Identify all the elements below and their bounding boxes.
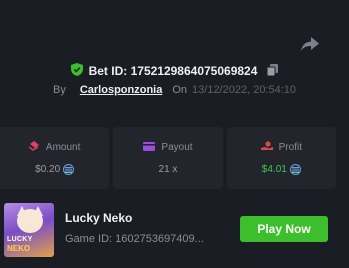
- stat-profit: Profit $4.01: [226, 127, 336, 189]
- thumbnail-title-line1: LUCKY: [7, 236, 33, 243]
- amount-icon: [28, 141, 40, 154]
- bet-id-row: Bet ID: 1752129864075069824: [0, 62, 349, 80]
- coin-icon: [63, 164, 75, 175]
- stat-amount-label: Amount: [45, 142, 81, 153]
- copy-icon: [266, 63, 279, 79]
- stat-profit-value: $4.01: [261, 164, 287, 175]
- stat-profit-label: Profit: [278, 142, 302, 153]
- game-thumbnail[interactable]: LUCKY NEKO: [4, 203, 54, 257]
- coin-icon: [289, 164, 301, 175]
- bet-timestamp: 13/12/2022, 20:54:10: [192, 84, 297, 96]
- profit-icon: [260, 141, 273, 154]
- bet-details-modal: Bet ID: 1752129864075069824 By Carlospon…: [0, 0, 349, 268]
- copy-bet-id-button[interactable]: [266, 63, 279, 79]
- by-label: By: [52, 84, 66, 96]
- play-now-button[interactable]: Play Now: [240, 216, 328, 242]
- game-name: Lucky Neko: [65, 211, 133, 225]
- card-icon: [143, 141, 156, 154]
- stat-amount-value: $0.20: [35, 164, 61, 175]
- stat-payout: Payout 21 x: [113, 127, 223, 189]
- bet-stats: Amount $0.20 Payout 21 x Profit $4.01: [0, 127, 336, 189]
- stat-payout-value: 21 x: [158, 163, 178, 175]
- lucky-cat-image: [17, 209, 43, 233]
- on-label: On: [172, 84, 188, 96]
- bet-author-row: By Carlosponzonia On 13/12/2022, 20:54:1…: [0, 82, 349, 98]
- verified-shield-icon: [70, 63, 83, 79]
- share-icon: [301, 37, 319, 57]
- stat-amount: Amount $0.20: [0, 127, 110, 189]
- game-id: Game ID: 1602753697409...: [65, 233, 204, 245]
- game-row: LUCKY NEKO Lucky Neko Game ID: 160275369…: [0, 203, 336, 258]
- thumbnail-title-line2: NEKO: [7, 244, 31, 253]
- stat-payout-label: Payout: [161, 142, 193, 153]
- username-link[interactable]: Carlosponzonia: [80, 84, 163, 96]
- bet-id-text: Bet ID: 1752129864075069824: [88, 64, 258, 78]
- share-button[interactable]: [300, 37, 320, 57]
